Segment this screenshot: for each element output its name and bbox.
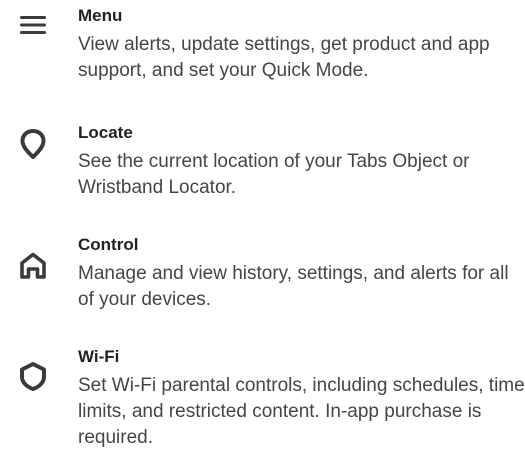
feature-title: Wi-Fi (78, 347, 120, 366)
feature-description: Set Wi-Fi parental controls, including s… (78, 375, 525, 448)
feature-text: Wi-Fi Set Wi-Fi parental controls, inclu… (78, 347, 525, 451)
feature-text: Control Manage and view history, setting… (78, 235, 525, 313)
feature-description: Manage and view history, settings, and a… (78, 263, 509, 310)
home-icon (18, 251, 48, 281)
feature-description: View alerts, update settings, get produc… (78, 34, 490, 81)
feature-title: Menu (78, 6, 123, 25)
feature-text: Locate See the current location of your … (78, 123, 525, 201)
hamburger-menu-icon (18, 12, 48, 42)
feature-text: Menu View alerts, update settings, get p… (78, 6, 525, 84)
feature-description: See the current location of your Tabs Ob… (78, 151, 470, 198)
shield-icon (18, 361, 48, 391)
location-pin-icon (18, 129, 48, 159)
feature-title: Locate (78, 123, 133, 142)
feature-title: Control (78, 235, 139, 254)
